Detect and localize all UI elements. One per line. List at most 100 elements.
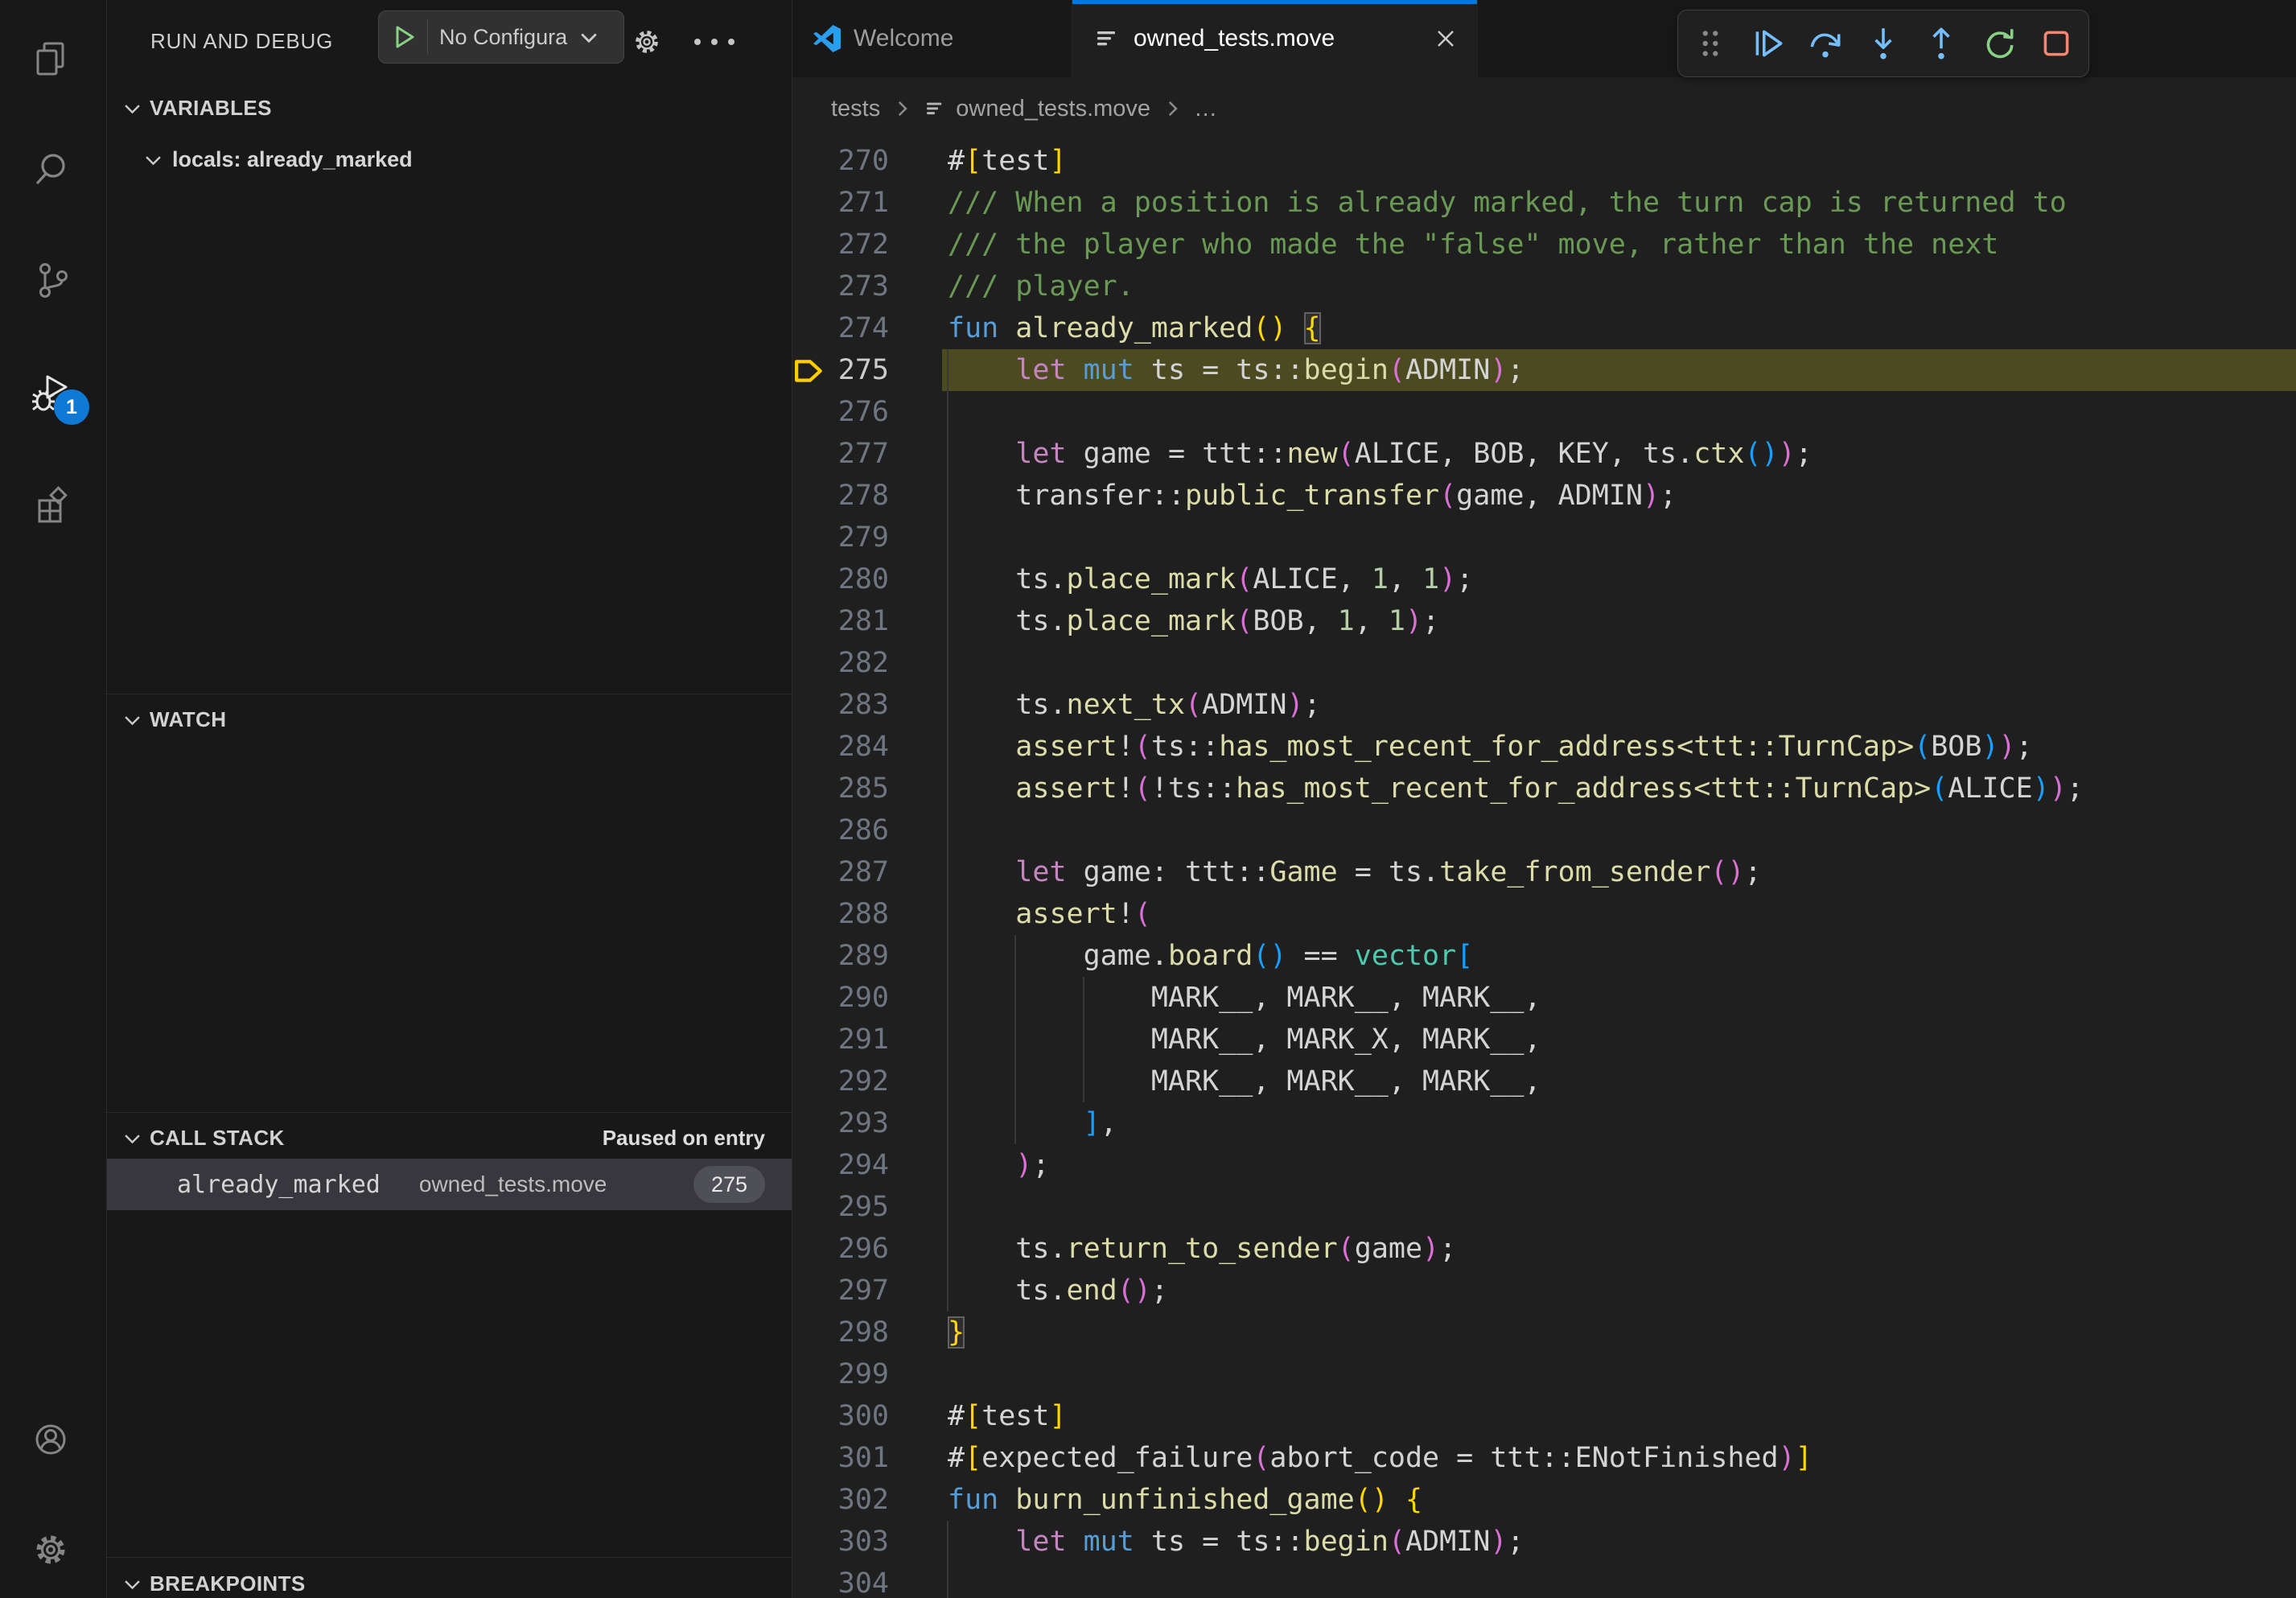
- code-text[interactable]: ts.next_tx(ADMIN);: [948, 684, 1321, 726]
- code-line[interactable]: 295: [792, 1186, 2296, 1228]
- code-text[interactable]: assert!(!ts::has_most_recent_for_address…: [948, 768, 2084, 809]
- code-line[interactable]: 283 ts.next_tx(ADMIN);: [792, 684, 2296, 726]
- code-line[interactable]: 275 let mut ts = ts::begin(ADMIN);: [792, 349, 2296, 391]
- code-text[interactable]: let game = ttt::new(ALICE, BOB, KEY, ts.…: [948, 433, 1813, 475]
- line-number[interactable]: 299: [792, 1353, 889, 1395]
- ellipsis-icon[interactable]: [691, 35, 738, 48]
- line-number[interactable]: 279: [792, 517, 889, 558]
- code-line[interactable]: 302 fun burn_unfinished_game() {: [792, 1479, 2296, 1521]
- code-line[interactable]: 278 transfer::public_transfer(game, ADMI…: [792, 475, 2296, 517]
- breadcrumb-file[interactable]: owned_tests.move: [956, 96, 1150, 122]
- step-over-icon[interactable]: [1804, 23, 1846, 64]
- line-number[interactable]: 291: [792, 1019, 889, 1061]
- line-number[interactable]: 294: [792, 1144, 889, 1186]
- toolbar-drag-handle[interactable]: [1689, 23, 1731, 64]
- line-number[interactable]: 270: [792, 140, 889, 182]
- code-text[interactable]: /// player.: [948, 266, 1134, 307]
- code-text[interactable]: assert!(: [948, 893, 1151, 935]
- code-line[interactable]: 277 let game = ttt::new(ALICE, BOB, KEY,…: [792, 433, 2296, 475]
- breadcrumb-symbol[interactable]: …: [1194, 96, 1217, 122]
- code-line[interactable]: 298}: [792, 1312, 2296, 1353]
- code-text[interactable]: MARK__, MARK__, MARK__,: [948, 977, 1541, 1019]
- code-line[interactable]: 286: [792, 809, 2296, 851]
- code-line[interactable]: 272/// the player who made the "false" m…: [792, 224, 2296, 266]
- code-text[interactable]: }: [948, 1312, 965, 1353]
- line-number[interactable]: 286: [792, 809, 889, 851]
- line-number[interactable]: 288: [792, 893, 889, 935]
- code-line[interactable]: 301#[expected_failure(abort_code = ttt::…: [792, 1437, 2296, 1479]
- code-line[interactable]: 285 assert!(!ts::has_most_recent_for_add…: [792, 768, 2296, 809]
- line-number[interactable]: 276: [792, 391, 889, 433]
- account-icon[interactable]: [31, 1420, 70, 1459]
- tab-welcome[interactable]: Welcome: [792, 0, 1072, 77]
- close-icon[interactable]: [1434, 27, 1458, 51]
- gear-icon[interactable]: [632, 27, 662, 57]
- code-line[interactable]: 290 MARK__, MARK__, MARK__,: [792, 977, 2296, 1019]
- line-number[interactable]: 302: [792, 1479, 889, 1521]
- code-line[interactable]: 274fun already_marked() {: [792, 307, 2296, 349]
- settings-gear-icon[interactable]: [31, 1530, 70, 1569]
- line-number[interactable]: 284: [792, 726, 889, 768]
- code-text[interactable]: assert!(ts::has_most_recent_for_address<…: [948, 726, 2033, 768]
- code-line[interactable]: 299: [792, 1353, 2296, 1395]
- extensions-icon[interactable]: [31, 486, 70, 525]
- code-text[interactable]: transfer::public_transfer(game, ADMIN);: [948, 475, 1677, 517]
- line-number[interactable]: 272: [792, 224, 889, 266]
- restart-icon[interactable]: [1977, 23, 2019, 64]
- code-line[interactable]: 292 MARK__, MARK__, MARK__,: [792, 1061, 2296, 1102]
- source-control-icon[interactable]: [31, 261, 70, 299]
- line-number[interactable]: 287: [792, 851, 889, 893]
- code-text[interactable]: #[test]: [948, 140, 1067, 182]
- line-number[interactable]: 277: [792, 433, 889, 475]
- code-line[interactable]: 281 ts.place_mark(BOB, 1, 1);: [792, 600, 2296, 642]
- launch-config-dropdown[interactable]: No Configura: [378, 10, 624, 64]
- code-text[interactable]: game.board() == vector[: [948, 935, 1473, 977]
- line-number[interactable]: 273: [792, 266, 889, 307]
- line-number[interactable]: 274: [792, 307, 889, 349]
- code-line[interactable]: 270 #[test]: [792, 140, 2296, 182]
- code-line[interactable]: 294 );: [792, 1144, 2296, 1186]
- code-text[interactable]: fun burn_unfinished_game() {: [948, 1479, 1422, 1521]
- code-line[interactable]: 296 ts.return_to_sender(game);: [792, 1228, 2296, 1270]
- line-number[interactable]: 285: [792, 768, 889, 809]
- code-text[interactable]: #[expected_failure(abort_code = ttt::ENo…: [948, 1437, 1813, 1479]
- section-variables[interactable]: VARIABLES: [107, 87, 792, 129]
- line-number[interactable]: 283: [792, 684, 889, 726]
- code-line[interactable]: 293 ],: [792, 1102, 2296, 1144]
- code-line[interactable]: 288 assert!(: [792, 893, 2296, 935]
- code-line[interactable]: 279: [792, 517, 2296, 558]
- code-editor[interactable]: 270 #[test]271/// When a position is alre…: [792, 140, 2296, 1598]
- stop-icon[interactable]: [2035, 23, 2077, 64]
- line-number[interactable]: 292: [792, 1061, 889, 1102]
- variables-scope-locals[interactable]: locals: already_marked: [107, 138, 792, 180]
- line-number[interactable]: 304: [792, 1563, 889, 1598]
- code-text[interactable]: let mut ts = ts::begin(ADMIN);: [948, 1521, 1524, 1563]
- continue-icon[interactable]: [1747, 23, 1789, 64]
- code-line[interactable]: 289 game.board() == vector[: [792, 935, 2296, 977]
- step-into-icon[interactable]: [1862, 23, 1904, 64]
- code-text[interactable]: ts.place_mark(BOB, 1, 1);: [948, 600, 1439, 642]
- step-out-icon[interactable]: [1920, 23, 1962, 64]
- line-number[interactable]: 271: [792, 182, 889, 224]
- search-icon[interactable]: [31, 150, 70, 188]
- code-text[interactable]: ts.return_to_sender(game);: [948, 1228, 1456, 1270]
- code-line[interactable]: 271/// When a position is already marked…: [792, 182, 2296, 224]
- code-line[interactable]: 303 let mut ts = ts::begin(ADMIN);: [792, 1521, 2296, 1563]
- line-number[interactable]: 278: [792, 475, 889, 517]
- call-stack-frame[interactable]: already_marked owned_tests.move 275: [107, 1159, 792, 1210]
- line-number[interactable]: 280: [792, 558, 889, 600]
- line-number[interactable]: 298: [792, 1312, 889, 1353]
- line-number[interactable]: 297: [792, 1270, 889, 1312]
- code-line[interactable]: 300#[test]: [792, 1395, 2296, 1437]
- code-text[interactable]: ts.end();: [948, 1270, 1168, 1312]
- line-number[interactable]: 290: [792, 977, 889, 1019]
- code-text[interactable]: let game: ttt::Game = ts.take_from_sende…: [948, 851, 1762, 893]
- code-line[interactable]: 304: [792, 1563, 2296, 1598]
- section-call-stack[interactable]: CALL STACK Paused on entry: [107, 1117, 792, 1159]
- code-line[interactable]: 297 ts.end();: [792, 1270, 2296, 1312]
- code-text[interactable]: ],: [948, 1102, 1117, 1144]
- run-and-debug-icon[interactable]: 1: [31, 373, 70, 412]
- line-number[interactable]: 293: [792, 1102, 889, 1144]
- line-number[interactable]: 300: [792, 1395, 889, 1437]
- code-text[interactable]: let mut ts = ts::begin(ADMIN);: [948, 349, 1524, 391]
